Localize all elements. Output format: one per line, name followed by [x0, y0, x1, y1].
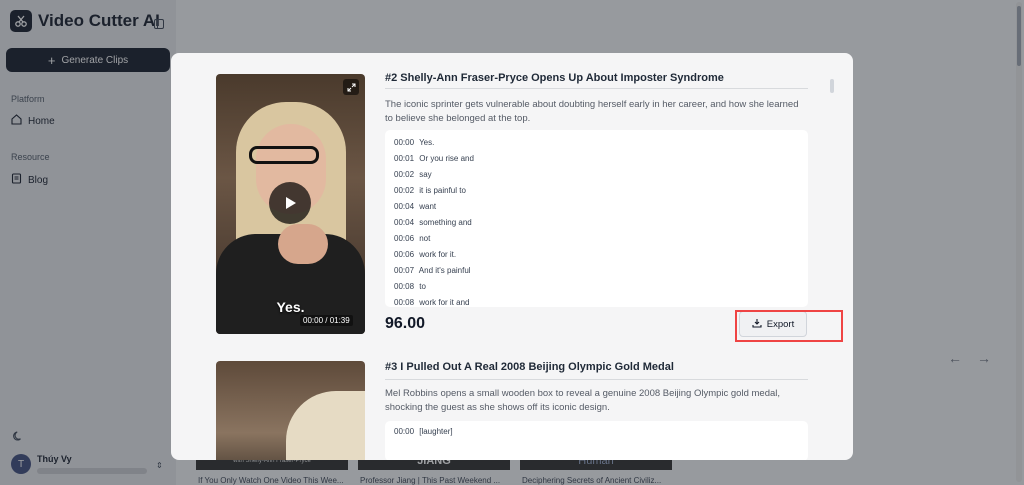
clip-description: The iconic sprinter gets vulnerable abou…	[385, 99, 799, 124]
transcript-line: 00:04 want	[394, 202, 437, 211]
title-divider	[385, 88, 808, 89]
transcript-line: 00:08 to	[394, 282, 426, 291]
transcript-line: 00:02 it is painful to	[394, 186, 466, 195]
clip-title: #2 Shelly-Ann Fraser-Pryce Opens Up Abou…	[385, 72, 724, 84]
transcript-line: 00:08 work for it and	[394, 298, 470, 307]
clip-description: Mel Robbins opens a small wooden box to …	[385, 388, 781, 413]
video-frame-hands	[278, 224, 328, 264]
transcript-line: 00:04 something and	[394, 218, 472, 227]
transcript-line: 00:00 Yes.	[394, 138, 435, 147]
transcript-line: 00:06 not	[394, 234, 431, 243]
expand-icon[interactable]	[343, 79, 359, 95]
video-frame-glasses	[249, 146, 319, 164]
clip-video-player[interactable]	[216, 361, 365, 460]
transcript-line: 00:00 [laughter]	[394, 427, 453, 436]
clip-transcript[interactable]: 00:00 [laughter]	[385, 421, 808, 460]
export-highlight-box	[735, 310, 843, 342]
clip-transcript[interactable]: 00:00 Yes. 00:01 Or you rise and 00:02 s…	[385, 130, 808, 307]
modal-scrollbar[interactable]	[830, 79, 834, 93]
clip-video-player[interactable]: Yes. 00:00 / 01:39	[216, 74, 365, 334]
video-timecode: 00:00 / 01:39	[300, 315, 353, 326]
transcript-line: 00:07 And it's painful	[394, 266, 471, 275]
clip-title: #3 I Pulled Out A Real 2008 Beijing Olym…	[385, 361, 674, 373]
video-subtitle: Yes.	[276, 299, 305, 315]
video-frame-hair	[286, 391, 365, 460]
clip-score: 96.00	[385, 315, 426, 332]
clip-results-modal: Yes. 00:00 / 01:39 #2 Shelly-Ann Fraser-…	[171, 53, 853, 460]
transcript-line: 00:06 work for it.	[394, 250, 457, 259]
title-divider	[385, 379, 808, 380]
transcript-line: 00:02 say	[394, 170, 432, 179]
play-icon[interactable]	[269, 182, 311, 224]
transcript-line: 00:01 Or you rise and	[394, 154, 474, 163]
